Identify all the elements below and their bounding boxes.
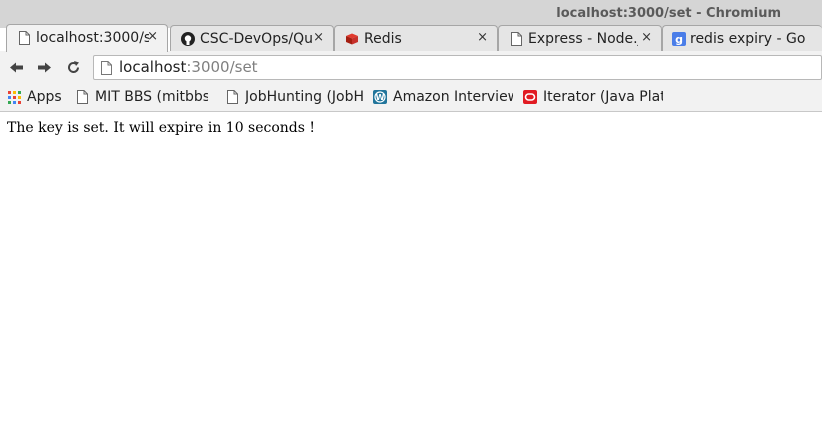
redis-icon [345,32,359,46]
page-icon [509,32,523,46]
tab-label: CSC-DevOps/Qu [200,31,312,47]
google-icon: g [672,32,686,46]
bookmark-amazon-interview[interactable]: W Amazon Interview [373,87,513,107]
url-path: :3000/set [186,58,258,76]
tab-label: Redis [364,31,402,47]
page-icon [17,31,31,45]
bookmark-jobhunting[interactable]: JobHunting (JobHu [225,87,363,107]
tab-express[interactable]: Express - Node.j × [498,25,662,51]
tab-github[interactable]: CSC-DevOps/Qu × [170,25,334,51]
url-host: localhost [119,58,187,76]
tab-localhost[interactable]: localhost:3000/s × [6,24,168,52]
back-button[interactable] [8,59,24,75]
bookmark-label: JobHunting (JobHu [245,89,363,105]
bookmarks-bar: Apps MIT BBS (mitbbs.c JobHunting (JobHu… [0,84,822,112]
page-icon [75,90,89,104]
tab-close-icon[interactable]: × [313,30,324,45]
wordpress-icon: W [373,90,387,104]
svg-text:W: W [376,93,385,102]
bookmark-apps[interactable]: Apps [7,87,69,107]
tab-strip: localhost:3000/s × CSC-DevOps/Qu × Redis… [0,22,822,52]
tab-label: Express - Node.j [528,31,638,47]
tab-close-icon[interactable]: × [641,30,652,45]
toolbar: localhost:3000/set [0,51,822,85]
address-bar[interactable]: localhost:3000/set [93,55,822,80]
tab-google[interactable]: g redis expiry - Go [662,25,822,51]
forward-arrow-icon [37,62,51,72]
url-text: localhost:3000/set [119,58,258,76]
back-arrow-icon [9,62,23,72]
reload-button[interactable] [65,59,81,75]
bookmark-mitbbs[interactable]: MIT BBS (mitbbs.c [75,87,213,107]
page-message: The key is set. It will expire in 10 sec… [7,120,316,136]
tab-redis[interactable]: Redis × [334,25,498,51]
page-icon [225,90,239,104]
page-icon [101,60,112,79]
bookmark-label: Amazon Interview [393,89,513,105]
window-title: localhost:3000/set - Chromium [556,6,781,21]
bookmark-label: Apps [27,89,62,105]
tab-close-icon[interactable]: × [147,29,158,44]
svg-text:g: g [675,33,683,46]
oracle-icon [523,90,537,104]
tab-label: redis expiry - Go [690,31,806,47]
forward-button[interactable] [36,59,52,75]
apps-grid-icon [7,90,21,104]
bookmark-label: MIT BBS (mitbbs.c [95,89,208,105]
bookmark-iterator[interactable]: Iterator (Java Platf [523,87,663,107]
bookmark-label: Iterator (Java Platf [543,89,663,105]
tab-label: localhost:3000/s [36,30,149,46]
reload-icon [67,60,79,73]
github-icon [181,32,195,46]
tab-close-icon[interactable]: × [477,30,488,45]
